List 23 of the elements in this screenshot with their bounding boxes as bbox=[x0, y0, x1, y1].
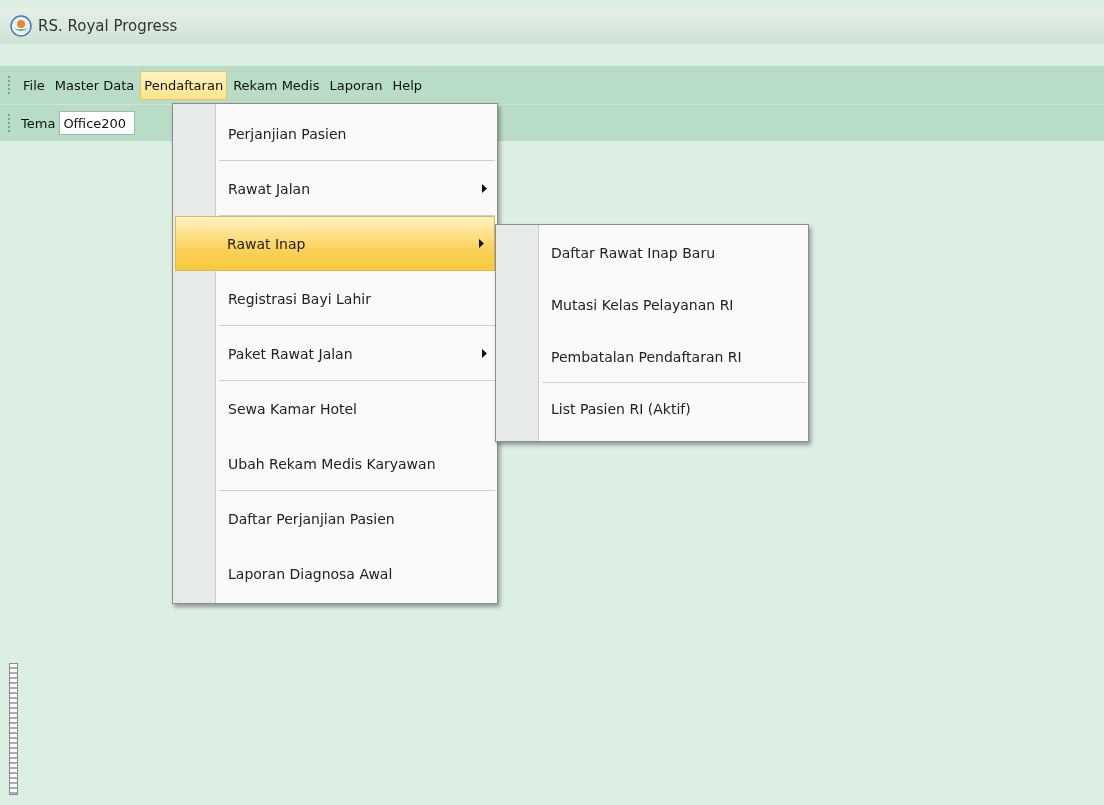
menu-entry[interactable]: Sewa Kamar Hotel bbox=[173, 381, 497, 436]
theme-field[interactable]: Office200 bbox=[59, 111, 136, 135]
submenu-arrow-icon bbox=[482, 184, 487, 193]
menu-item[interactable]: Laporan bbox=[325, 70, 387, 100]
menu-item[interactable]: Help bbox=[388, 70, 427, 100]
menu-entry[interactable]: Daftar Rawat Inap Baru bbox=[496, 227, 808, 279]
menu-entry[interactable]: Mutasi Kelas Pelayanan RI bbox=[496, 279, 808, 331]
menu-entry[interactable]: List Pasien RI (Aktif) bbox=[496, 383, 808, 435]
logo-icon bbox=[10, 15, 32, 37]
grip-icon bbox=[8, 114, 13, 132]
menu-item[interactable]: Master Data bbox=[50, 70, 139, 100]
window-title: RS. Royal Progress bbox=[38, 17, 178, 35]
grip-icon bbox=[8, 76, 13, 94]
submenu-arrow-icon bbox=[479, 239, 484, 248]
collapsed-panel-handle[interactable] bbox=[9, 663, 18, 795]
menu-entry[interactable]: Daftar Perjanjian Pasien bbox=[173, 491, 497, 546]
menu-entry[interactable]: Rawat Inap bbox=[175, 216, 495, 271]
menu-item[interactable]: Rekam Medis bbox=[229, 70, 324, 100]
menu-entry[interactable]: Laporan Diagnosa Awal bbox=[173, 546, 497, 601]
menu-item[interactable]: Pendaftaran bbox=[140, 70, 228, 100]
submenu-arrow-icon bbox=[482, 349, 487, 358]
menu-item[interactable]: File bbox=[19, 70, 49, 100]
theme-label: Tema bbox=[21, 115, 56, 131]
